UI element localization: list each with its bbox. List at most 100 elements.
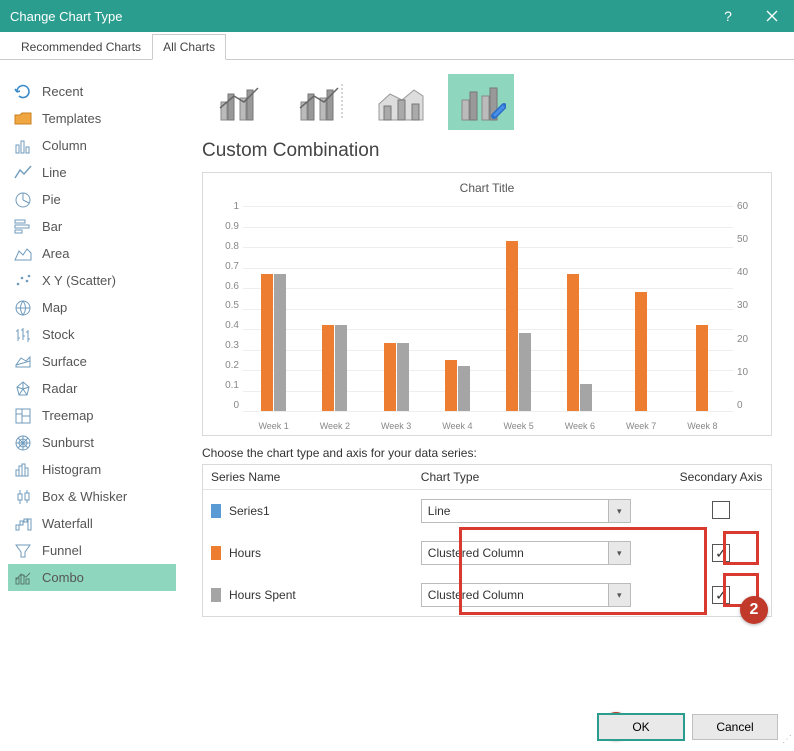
sidebar-item-radar[interactable]: Radar bbox=[8, 375, 176, 402]
sidebar-item-label: Sunburst bbox=[42, 435, 94, 450]
series-row-hours: Hours Clustered Column▾ ✓ bbox=[203, 532, 771, 574]
sidebar-item-bar[interactable]: Bar bbox=[8, 213, 176, 240]
sidebar-item-label: Area bbox=[42, 246, 69, 261]
series-name: Hours Spent bbox=[229, 588, 296, 602]
recent-icon bbox=[14, 83, 32, 101]
combo-subtype-row bbox=[198, 74, 776, 130]
line-icon bbox=[14, 164, 32, 182]
bars-group bbox=[243, 206, 733, 411]
box-whisker-icon bbox=[14, 488, 32, 506]
sidebar-item-stock[interactable]: Stock bbox=[8, 321, 176, 348]
sidebar-item-box-whisker[interactable]: Box & Whisker bbox=[8, 483, 176, 510]
cancel-button[interactable]: Cancel bbox=[692, 714, 778, 740]
subtype-custom-combo[interactable] bbox=[448, 74, 514, 130]
header-chart-type: Chart Type bbox=[413, 465, 671, 489]
chart-type-select-hours-spent[interactable]: Clustered Column▾ bbox=[421, 583, 631, 607]
folder-icon bbox=[14, 110, 32, 128]
scatter-icon bbox=[14, 272, 32, 290]
chart-title: Chart Title bbox=[215, 181, 759, 195]
sidebar-item-label: Map bbox=[42, 300, 67, 315]
series-config-grid: Series Name Chart Type Secondary Axis Se… bbox=[202, 464, 772, 617]
series-swatch-icon bbox=[211, 546, 221, 560]
sidebar-item-label: Surface bbox=[42, 354, 87, 369]
chart-type-select-series1[interactable]: Line▾ bbox=[421, 499, 631, 523]
sidebar-item-label: Stock bbox=[42, 327, 75, 342]
bar-icon bbox=[14, 218, 32, 236]
header-series-name: Series Name bbox=[203, 465, 413, 489]
section-title: Custom Combination bbox=[202, 140, 776, 162]
histogram-icon bbox=[14, 461, 32, 479]
pie-icon bbox=[14, 191, 32, 209]
main-area: Recent Templates Column Line Pie Bar Are… bbox=[0, 60, 794, 696]
select-value: Clustered Column bbox=[422, 588, 608, 602]
sidebar-item-label: Bar bbox=[42, 219, 62, 234]
sidebar-item-label: X Y (Scatter) bbox=[42, 273, 116, 288]
titlebar: Change Chart Type ? bbox=[0, 0, 794, 32]
sidebar-item-scatter[interactable]: X Y (Scatter) bbox=[8, 267, 176, 294]
secondary-axis-checkbox-hours-spent[interactable]: ✓ bbox=[712, 586, 730, 604]
help-button[interactable]: ? bbox=[706, 0, 750, 32]
subtype-clustered-col-line[interactable] bbox=[208, 74, 274, 130]
sidebar-item-sunburst[interactable]: Sunburst bbox=[8, 429, 176, 456]
treemap-icon bbox=[14, 407, 32, 425]
chart-type-select-hours[interactable]: Clustered Column▾ bbox=[421, 541, 631, 565]
chevron-down-icon: ▾ bbox=[608, 542, 630, 564]
sidebar-item-label: Column bbox=[42, 138, 87, 153]
y-axis-left: 10.90.80.70.60.50.40.30.20.10 bbox=[215, 201, 239, 411]
sidebar-item-line[interactable]: Line bbox=[8, 159, 176, 186]
secondary-axis-checkbox-series1[interactable] bbox=[712, 501, 730, 519]
sunburst-icon bbox=[14, 434, 32, 452]
dialog-footer: OK Cancel bbox=[0, 703, 794, 751]
header-secondary-axis: Secondary Axis bbox=[671, 465, 771, 489]
map-icon bbox=[14, 299, 32, 317]
ok-button[interactable]: OK bbox=[598, 714, 684, 740]
select-value: Line bbox=[422, 504, 608, 518]
chart-plot-area: 10.90.80.70.60.50.40.30.20.10 6050403020… bbox=[215, 201, 759, 431]
sidebar-item-label: Waterfall bbox=[42, 516, 93, 531]
sidebar-item-label: Templates bbox=[42, 111, 101, 126]
surface-icon bbox=[14, 353, 32, 371]
sidebar-item-label: Box & Whisker bbox=[42, 489, 127, 504]
chart-preview: Chart Title 10.90.80.70.60.50.40.30.20.1… bbox=[202, 172, 772, 436]
area-icon bbox=[14, 245, 32, 263]
stock-icon bbox=[14, 326, 32, 344]
funnel-icon bbox=[14, 542, 32, 560]
sidebar-item-label: Treemap bbox=[42, 408, 94, 423]
subtype-clustered-col-line-sec[interactable] bbox=[288, 74, 354, 130]
series-grid-header: Series Name Chart Type Secondary Axis bbox=[203, 465, 771, 490]
sidebar-item-pie[interactable]: Pie bbox=[8, 186, 176, 213]
series-row-hours-spent: Hours Spent Clustered Column▾ ✓ bbox=[203, 574, 771, 616]
window-title: Change Chart Type bbox=[10, 9, 123, 24]
resize-grip-icon[interactable]: ⋰ bbox=[780, 737, 792, 749]
waterfall-icon bbox=[14, 515, 32, 533]
sidebar-item-map[interactable]: Map bbox=[8, 294, 176, 321]
series-row-series1: Series1 Line▾ bbox=[203, 490, 771, 532]
close-button[interactable] bbox=[750, 0, 794, 32]
sidebar-item-column[interactable]: Column bbox=[8, 132, 176, 159]
sidebar-item-label: Radar bbox=[42, 381, 77, 396]
sidebar-item-surface[interactable]: Surface bbox=[8, 348, 176, 375]
sidebar-item-treemap[interactable]: Treemap bbox=[8, 402, 176, 429]
sidebar-item-label: Recent bbox=[42, 84, 83, 99]
column-icon bbox=[14, 137, 32, 155]
sidebar-item-combo[interactable]: Combo bbox=[8, 564, 176, 591]
x-axis: Week 1Week 2Week 3Week 4Week 5Week 6Week… bbox=[243, 421, 733, 431]
chevron-down-icon: ▾ bbox=[608, 500, 630, 522]
sidebar-item-funnel[interactable]: Funnel bbox=[8, 537, 176, 564]
sidebar-item-histogram[interactable]: Histogram bbox=[8, 456, 176, 483]
tab-strip: Recommended Charts All Charts bbox=[0, 32, 794, 60]
tab-recommended[interactable]: Recommended Charts bbox=[10, 34, 152, 60]
sidebar-item-label: Pie bbox=[42, 192, 61, 207]
sidebar-item-templates[interactable]: Templates bbox=[8, 105, 176, 132]
sidebar-item-recent[interactable]: Recent bbox=[8, 78, 176, 105]
sidebar-item-waterfall[interactable]: Waterfall bbox=[8, 510, 176, 537]
combo-icon bbox=[14, 569, 32, 587]
tab-all-charts[interactable]: All Charts bbox=[152, 34, 226, 60]
series-name: Series1 bbox=[229, 504, 270, 518]
sidebar-item-area[interactable]: Area bbox=[8, 240, 176, 267]
chevron-down-icon: ▾ bbox=[608, 584, 630, 606]
secondary-axis-checkbox-hours[interactable]: ✓ bbox=[712, 544, 730, 562]
y-axis-right: 6050403020100 bbox=[737, 201, 759, 411]
sidebar-item-label: Line bbox=[42, 165, 67, 180]
subtype-stacked-area-col[interactable] bbox=[368, 74, 434, 130]
